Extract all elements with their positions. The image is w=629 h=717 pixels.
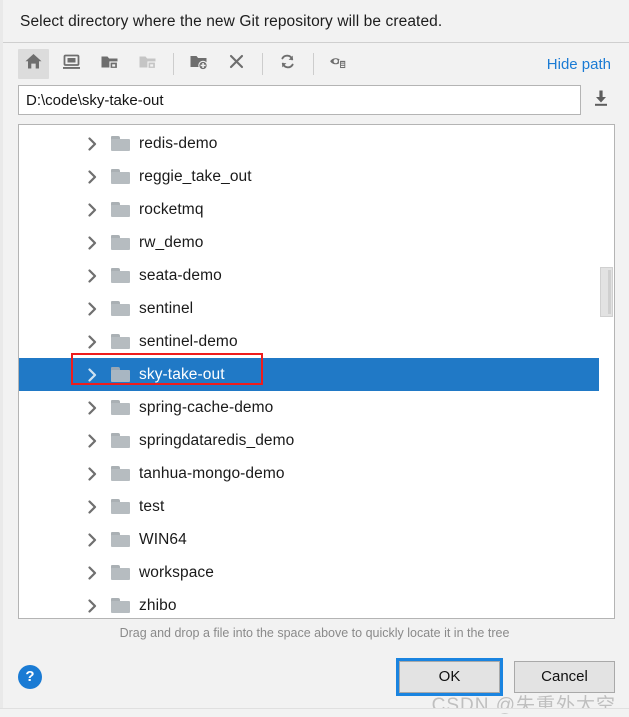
tree-row-label: redis-demo: [139, 134, 218, 152]
toolbar-separator-1: [173, 53, 174, 75]
tree-row-label: sky-take-out: [139, 365, 225, 383]
help-button[interactable]: ?: [18, 664, 42, 689]
folder-icon: [111, 400, 130, 415]
tree-row[interactable]: sky-take-out: [19, 358, 614, 391]
ok-button[interactable]: OK: [396, 657, 503, 696]
tree-row[interactable]: test: [19, 490, 614, 523]
chevron-right-icon[interactable]: [85, 532, 99, 547]
tree-row[interactable]: spring-cache-demo: [19, 391, 614, 424]
new-folder-button[interactable]: [183, 49, 214, 79]
chevron-right-icon[interactable]: [85, 334, 99, 349]
home-button[interactable]: [18, 49, 49, 79]
tree-row[interactable]: sentinel: [19, 292, 614, 325]
dialog-button-row: ? OK Cancel CSDN @失重外太空: [0, 640, 629, 716]
folder-icon: [111, 466, 130, 481]
tree-row-label: spring-cache-demo: [139, 398, 274, 416]
chevron-right-icon[interactable]: [85, 202, 99, 217]
tree-row-label: tanhua-mongo-demo: [139, 464, 285, 482]
chevron-right-icon[interactable]: [85, 301, 99, 316]
toolbar-separator-2: [262, 53, 263, 75]
tree-row[interactable]: redis-demo: [19, 127, 614, 160]
tree-row-label: springdataredis_demo: [139, 431, 295, 449]
path-row: D:\code\sky-take-out: [0, 85, 629, 115]
tree-row-label: sentinel-demo: [139, 332, 238, 350]
delete-button[interactable]: [221, 49, 252, 79]
folder-icon: [111, 598, 130, 613]
chevron-right-icon[interactable]: [85, 466, 99, 481]
delete-icon: [227, 52, 246, 76]
folder-icon: [111, 268, 130, 283]
folder-icon: [111, 367, 130, 382]
show-hidden-files-button[interactable]: [323, 49, 354, 79]
tree-row[interactable]: WIN64: [19, 523, 614, 556]
chevron-right-icon[interactable]: [85, 169, 99, 184]
path-input[interactable]: D:\code\sky-take-out: [18, 85, 581, 115]
new-folder-icon: [189, 52, 208, 76]
folder-icon: [111, 235, 130, 250]
folder-icon: [111, 334, 130, 349]
dialog-left-edge: [0, 0, 3, 713]
cancel-button[interactable]: Cancel: [514, 660, 615, 693]
folder-icon: [111, 532, 130, 547]
tree-row[interactable]: rw_demo: [19, 226, 614, 259]
tree-row[interactable]: tanhua-mongo-demo: [19, 457, 614, 490]
folder-icon: [111, 301, 130, 316]
tree-row-label: sentinel: [139, 299, 194, 317]
module-directory-button: [132, 49, 163, 79]
directory-tree[interactable]: redis-demo reggie_take_out rocketmq rw_demo…: [18, 124, 615, 619]
tree-row-label: zhibo: [139, 596, 177, 614]
tree-scrollbar[interactable]: [599, 125, 614, 618]
dialog-bottom-edge: [0, 708, 629, 713]
directory-tree-list: redis-demo reggie_take_out rocketmq rw_demo…: [19, 125, 614, 618]
tree-row[interactable]: seata-demo: [19, 259, 614, 292]
show-hidden-files-icon: [329, 52, 348, 76]
tree-row-label: seata-demo: [139, 266, 222, 284]
toolbar: Hide path: [0, 42, 629, 85]
tree-row[interactable]: workspace: [19, 556, 614, 589]
dialog-title: Select directory where the new Git repos…: [20, 13, 443, 30]
chevron-right-icon[interactable]: [85, 400, 99, 415]
desktop-button[interactable]: [56, 49, 87, 79]
folder-icon: [111, 202, 130, 217]
hide-path-link[interactable]: Hide path: [547, 56, 615, 73]
project-folder-icon: [100, 52, 119, 76]
tree-row-label: rw_demo: [139, 233, 204, 251]
chevron-right-icon[interactable]: [85, 268, 99, 283]
tree-row-label: reggie_take_out: [139, 167, 252, 185]
module-folder-icon: [138, 52, 157, 76]
tree-row[interactable]: zhibo: [19, 589, 614, 618]
chevron-right-icon[interactable]: [85, 136, 99, 151]
tree-row-label: test: [139, 497, 165, 515]
folder-icon: [111, 433, 130, 448]
chevron-right-icon[interactable]: [85, 598, 99, 613]
tree-row[interactable]: rocketmq: [19, 193, 614, 226]
refresh-button[interactable]: [272, 49, 303, 79]
refresh-icon: [278, 52, 297, 76]
chevron-right-icon[interactable]: [85, 565, 99, 580]
tree-row-label: rocketmq: [139, 200, 204, 218]
chevron-right-icon[interactable]: [85, 367, 99, 382]
tree-scrollbar-thumb[interactable]: [600, 267, 613, 317]
tree-row[interactable]: springdataredis_demo: [19, 424, 614, 457]
tree-row-label: WIN64: [139, 530, 187, 548]
toolbar-separator-3: [313, 53, 314, 75]
drag-drop-hint: Drag and drop a file into the space abov…: [119, 626, 510, 640]
download-arrow-icon: [591, 88, 611, 113]
git-init-directory-dialog: Select directory where the new Git repos…: [0, 0, 629, 716]
path-input-value: D:\code\sky-take-out: [26, 91, 164, 109]
tree-row[interactable]: sentinel-demo: [19, 325, 614, 358]
folder-icon: [111, 136, 130, 151]
home-icon: [24, 52, 43, 76]
tree-row-label: workspace: [139, 563, 214, 581]
chevron-right-icon[interactable]: [85, 235, 99, 250]
folder-icon: [111, 169, 130, 184]
load-path-button[interactable]: [587, 86, 615, 114]
project-directory-button[interactable]: [94, 49, 125, 79]
folder-icon: [111, 499, 130, 514]
tree-row[interactable]: reggie_take_out: [19, 160, 614, 193]
chevron-right-icon[interactable]: [85, 499, 99, 514]
chevron-right-icon[interactable]: [85, 433, 99, 448]
folder-icon: [111, 565, 130, 580]
desktop-icon: [62, 52, 81, 76]
